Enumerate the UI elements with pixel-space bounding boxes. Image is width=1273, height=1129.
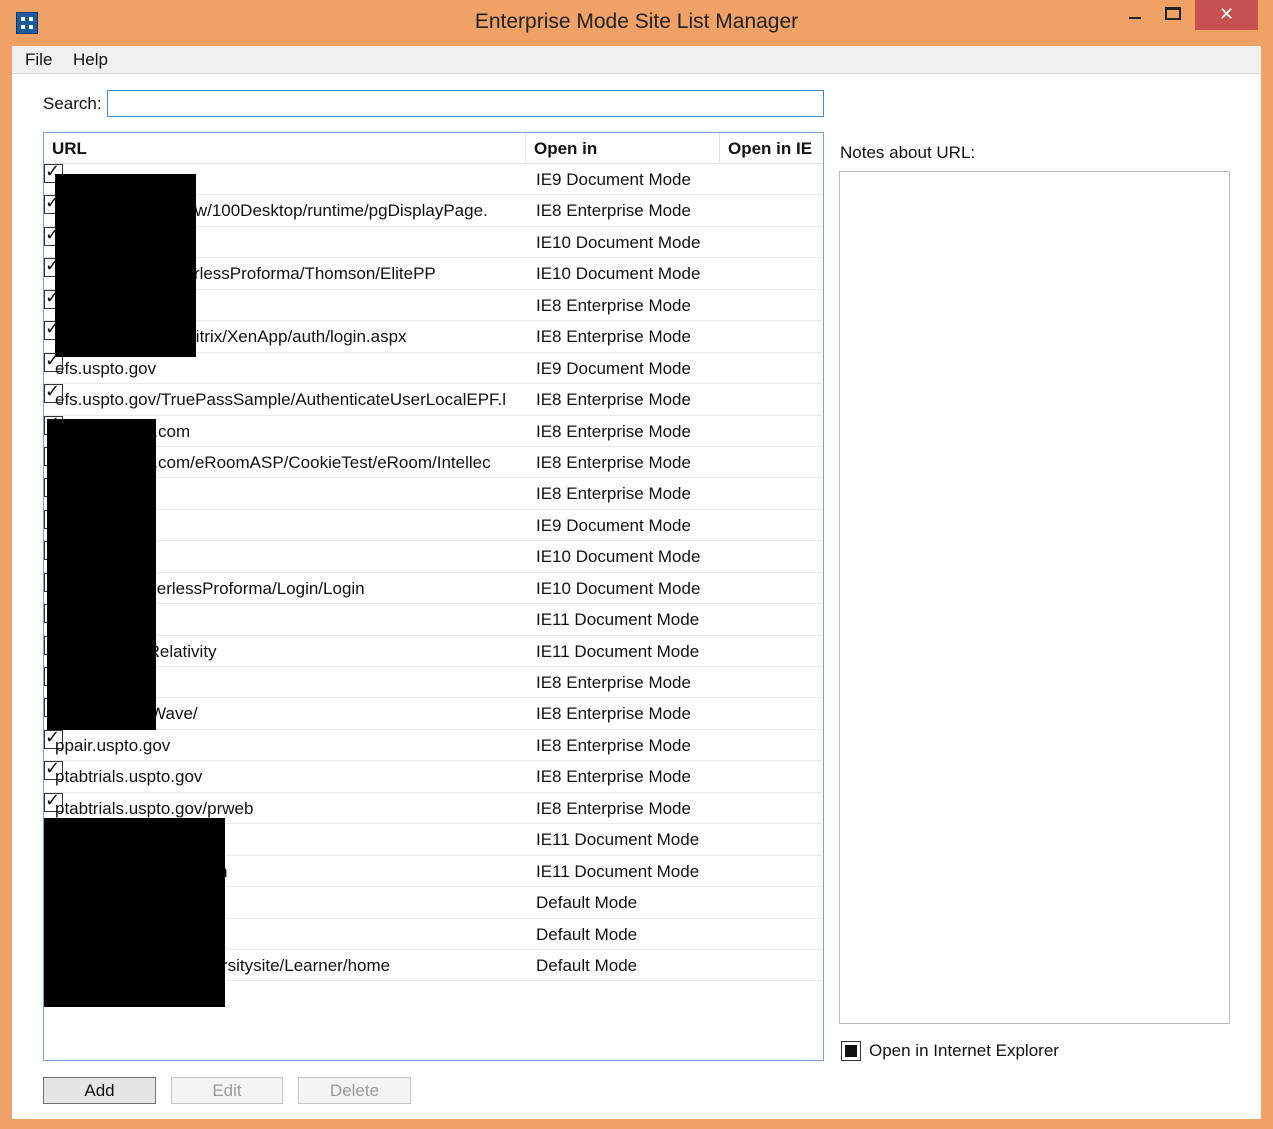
open-in-mode-cell: IE8 Enterprise Mode <box>536 484 691 504</box>
open-in-mode-cell: IE8 Enterprise Mode <box>536 452 691 472</box>
open-in-mode-cell: IE10 Document Mode <box>536 578 701 598</box>
search-label: Search: <box>43 94 102 113</box>
notes-label: Notes about URL: <box>840 143 976 162</box>
url-cell: efs.uspto.gov/TruePassSample/Authenticat… <box>55 390 507 410</box>
open-in-mode-cell: Default Mode <box>536 893 638 913</box>
table-row[interactable]: ppair.uspto.gov IE8 Enterprise Mode <box>44 729 823 762</box>
close-button[interactable]: ✕ <box>1195 0 1258 30</box>
url-cell: ppair.uspto.gov <box>55 735 171 755</box>
notes-textarea[interactable] <box>839 171 1230 1024</box>
open-in-mode-cell: IE10 Document Mode <box>536 232 701 252</box>
table-row[interactable]: efs.uspto.gov IE9 Document Mode <box>44 352 823 385</box>
table-row[interactable]: frwreldev01IE11 Document Mode <box>44 604 823 636</box>
column-header-open-in[interactable]: Open in <box>526 133 720 164</box>
open-in-mode-cell: IE8 Enterprise Mode <box>536 704 691 724</box>
close-icon: ✕ <box>1218 4 1235 25</box>
url-cell: efs.uspto.gov <box>55 358 157 378</box>
open-in-mode-cell: IE11 Document Mode <box>536 610 700 630</box>
menu-bar: File Help <box>12 46 1261 74</box>
open-in-ie-checkbox[interactable] <box>841 1041 861 1061</box>
open-in-mode-cell: IE11 Document Mode <box>536 641 700 661</box>
table-row[interactable]: fishnet.fr.comIE9 Document Mode <box>44 509 823 542</box>
redaction-block <box>55 174 196 357</box>
table-row[interactable]: fretswl11IE10 Document Mode <box>44 541 823 573</box>
open-in-ie-label[interactable]: Open in Internet Explorer <box>869 1041 1059 1061</box>
table-row[interactable]: eroom.gilead.comIE8 Enterprise Mode <box>44 415 823 447</box>
window-title: Enterprise Mode Site List Manager <box>474 10 799 33</box>
url-cell: ptabtrials.uspto.gov <box>55 767 203 787</box>
open-in-mode-cell: IE8 Enterprise Mode <box>536 327 691 347</box>
table-row[interactable]: frwreldev01/RelativityIE11 Document Mode <box>44 635 823 667</box>
column-header-open-in-ie[interactable]: Open in IE <box>720 133 823 164</box>
table-row[interactable]: fretswl11/PaperlessProforma/Login/Login I… <box>44 572 823 605</box>
column-header-url[interactable]: URL <box>44 133 526 164</box>
edit-button[interactable]: Edit <box>171 1077 283 1104</box>
open-in-mode-cell: Default Mode <box>536 955 638 975</box>
delete-button[interactable]: Delete <box>298 1077 411 1104</box>
menu-file[interactable]: File <box>25 50 52 70</box>
table-row[interactable]: eroom.gilead.com/eRoomASP/CookieTest/eRo… <box>44 446 823 479</box>
open-in-mode-cell: IE8 Enterprise Mode <box>536 798 691 818</box>
table-row[interactable]: fishbin.fr.comIE8 Enterprise Mode <box>44 478 823 510</box>
app-window: Enterprise Mode Site List Manager ✕ File… <box>0 0 1273 1129</box>
table-header: URL Open in Open in IE <box>44 133 823 164</box>
open-in-mode-cell: IE8 Enterprise Mode <box>536 201 691 221</box>
redaction-block <box>47 419 156 730</box>
redaction-block <box>44 818 225 1007</box>
open-in-mode-cell: IE8 Enterprise Mode <box>536 735 691 755</box>
maximize-icon <box>1165 6 1181 20</box>
open-in-mode-cell: IE8 Enterprise Mode <box>536 767 691 787</box>
open-in-mode-cell: Default Mode <box>536 924 638 944</box>
minimize-icon <box>1129 17 1141 19</box>
maximize-button[interactable] <box>1150 0 1196 30</box>
open-in-mode-cell: IE9 Document Mode <box>536 515 691 535</box>
search-input[interactable] <box>107 90 824 117</box>
table-row[interactable]: efs.uspto.gov/TruePassSample/Authenticat… <box>44 384 823 416</box>
title-bar[interactable]: Enterprise Mode Site List Manager ✕ <box>0 0 1273 46</box>
open-in-mode-cell: IE8 Enterprise Mode <box>536 295 691 315</box>
client-area: File Help Search: URL Open in Open in IE… <box>12 46 1261 1119</box>
open-in-mode-cell: IE10 Document Mode <box>536 547 701 567</box>
open-in-mode-cell: IE8 Enterprise Mode <box>536 421 691 441</box>
site-list-table[interactable]: URL Open in Open in IE accutrx.comIE9 Do… <box>43 132 824 1061</box>
add-button[interactable]: Add <box>43 1077 156 1104</box>
open-in-mode-cell: IE8 Enterprise Mode <box>536 673 691 692</box>
table-row[interactable]: ptabtrials.uspto.gov IE8 Enterprise Mode <box>44 761 823 793</box>
menu-help[interactable]: Help <box>73 50 108 70</box>
table-row[interactable]: patsy.fr.comIE8 Enterprise Mode <box>44 667 823 699</box>
open-in-mode-cell: IE8 Enterprise Mode <box>536 390 691 410</box>
open-in-mode-cell: IE10 Document Mode <box>536 264 701 284</box>
open-in-mode-cell: IE9 Document Mode <box>536 358 691 378</box>
open-in-mode-cell: IE9 Document Mode <box>536 170 691 189</box>
table-row[interactable]: patsy.fr.com/Wave/IE8 Enterprise Mode <box>44 698 823 730</box>
open-in-mode-cell: IE11 Document Mode <box>536 830 700 850</box>
open-in-mode-cell: IE11 Document Mode <box>536 861 700 881</box>
